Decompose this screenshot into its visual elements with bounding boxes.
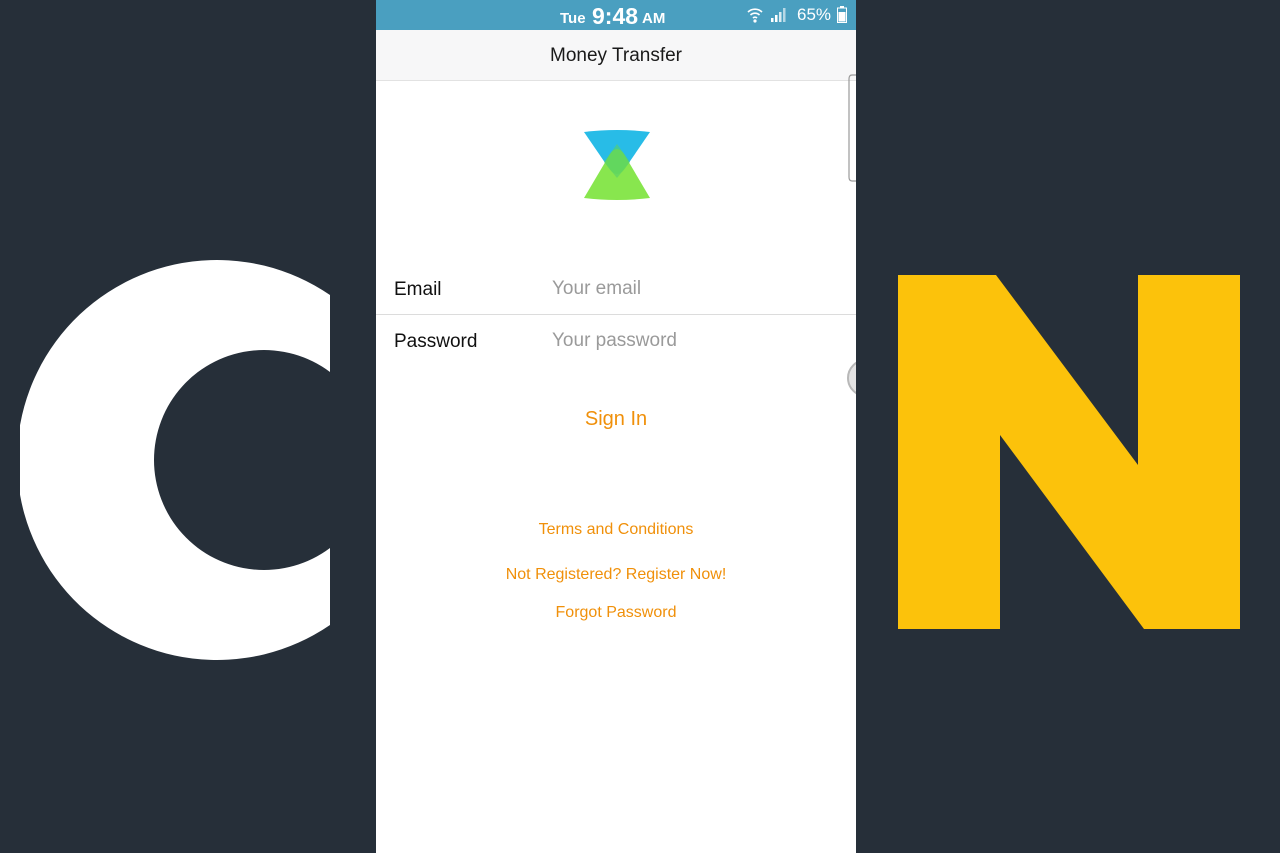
password-row: Password — [376, 316, 856, 366]
email-label: Email — [394, 279, 442, 300]
sign-in-button[interactable]: Sign In — [376, 408, 856, 431]
background-letter-c — [20, 200, 350, 670]
edge-bracket-decoration — [848, 74, 856, 189]
password-label: Password — [394, 331, 478, 352]
status-day: Tue — [560, 10, 586, 27]
status-ampm: AM — [642, 10, 666, 27]
status-bar: Tue 9:48 AM 65% — [376, 0, 856, 30]
status-time: 9:48 — [592, 3, 639, 29]
password-field[interactable] — [552, 326, 842, 356]
battery-percent: 65% — [797, 5, 832, 24]
forgot-password-link[interactable]: Forgot Password — [376, 604, 856, 622]
register-link[interactable]: Not Registered? Register Now! — [376, 566, 856, 584]
wifi-icon — [746, 6, 764, 29]
email-field[interactable] — [552, 274, 842, 304]
page-title: Money Transfer — [550, 45, 682, 66]
edge-circle-decoration — [846, 358, 856, 403]
app-header: Money Transfer — [376, 30, 856, 81]
terms-link[interactable]: Terms and Conditions — [376, 521, 856, 539]
signal-icon — [771, 8, 787, 27]
xender-logo-icon — [582, 130, 652, 207]
background-letter-n — [898, 275, 1240, 629]
phone-screen: Tue 9:48 AM 65% Money Transfer Email You… — [376, 0, 856, 853]
email-row: Email — [376, 264, 856, 315]
battery-icon — [837, 6, 847, 28]
